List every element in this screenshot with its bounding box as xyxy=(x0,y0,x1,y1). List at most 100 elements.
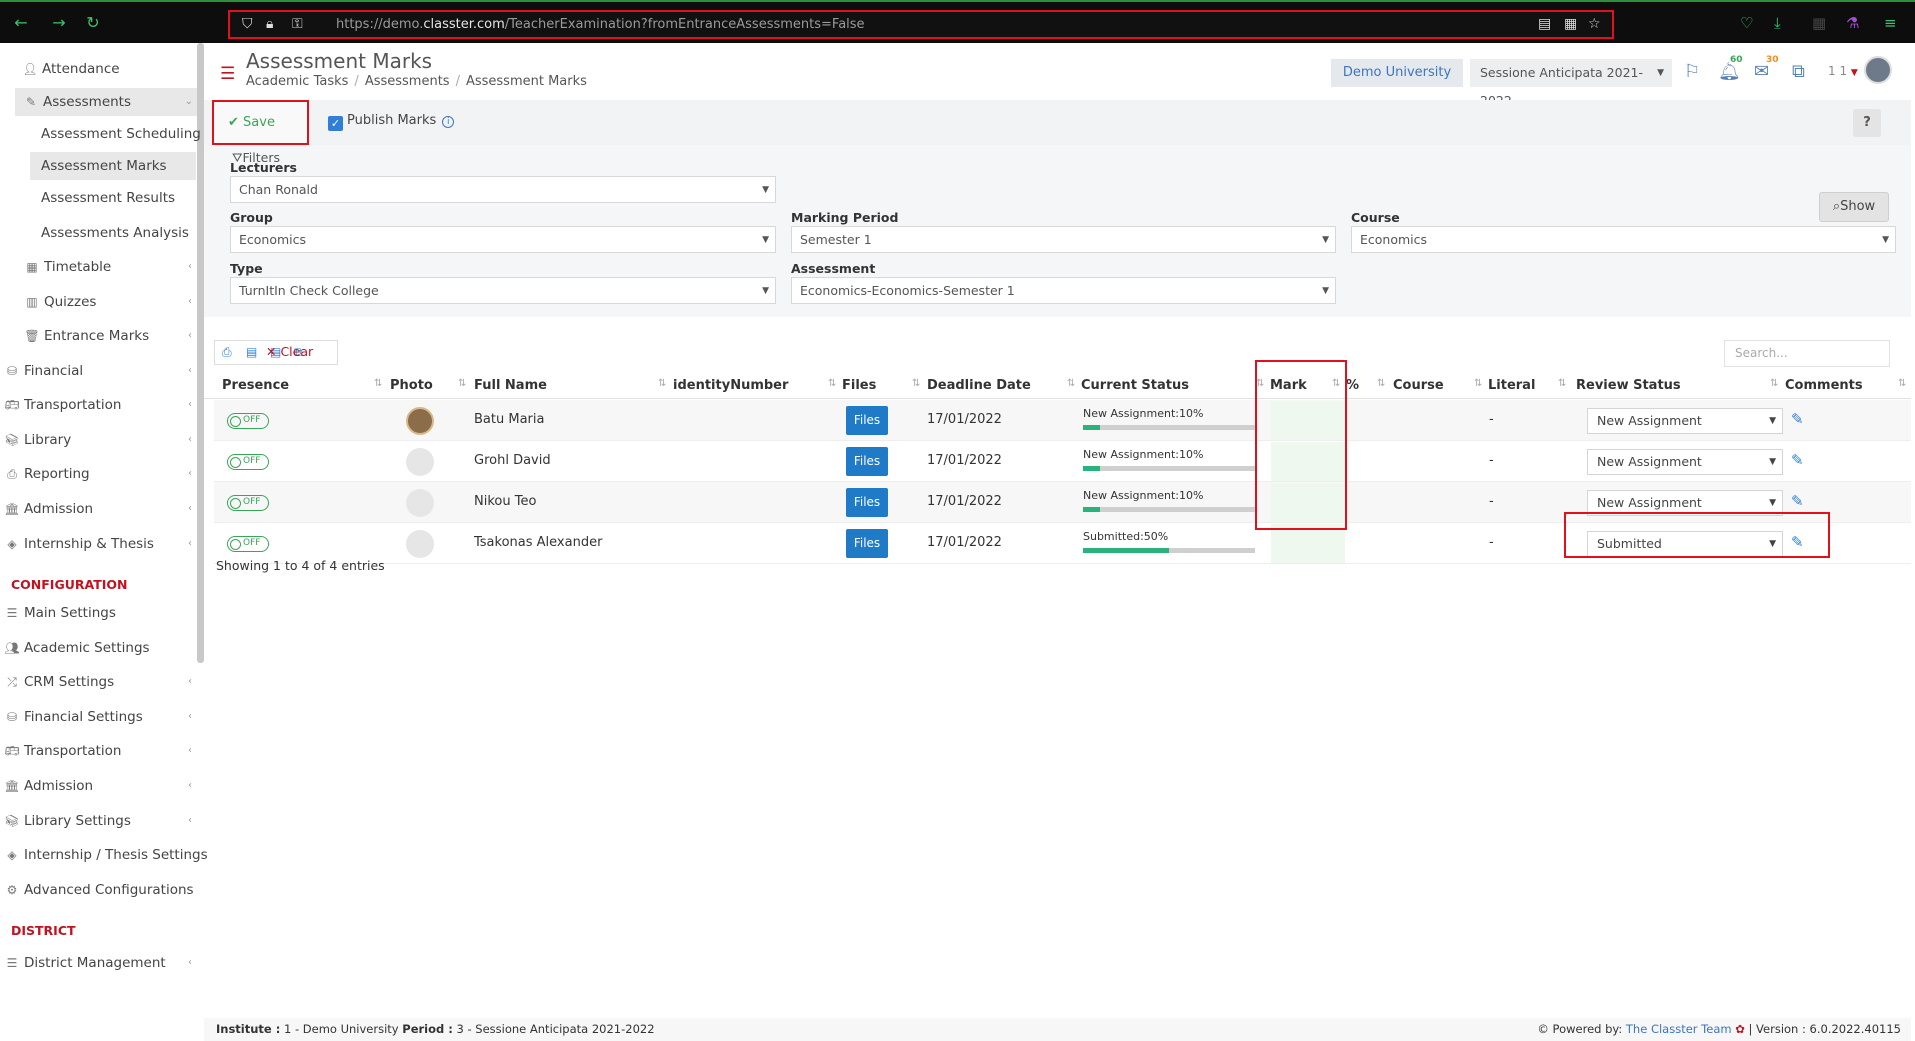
sort-icon[interactable]: ⇅ xyxy=(1898,378,1906,389)
col-course[interactable]: Course xyxy=(1393,378,1444,393)
sidebar-item-quizzes[interactable]: ▥ Quizzes ‹ xyxy=(0,288,196,316)
breadcrumb-item[interactable]: Academic Tasks xyxy=(246,74,348,89)
layers-icon[interactable]: ⧉ xyxy=(1792,61,1805,82)
sort-icon[interactable]: ⇅ xyxy=(1377,378,1385,389)
reader-view-icon[interactable]: ▤ xyxy=(1538,16,1551,32)
sidebar-item-transportation[interactable]: 🚌︎ Transportation ‹ xyxy=(0,391,196,419)
user-count[interactable]: 1 1 ▼ xyxy=(1828,64,1858,78)
permissions-icon[interactable]: ⚿ xyxy=(292,16,303,32)
sidebar-item-assessment-marks[interactable]: Assessment Marks xyxy=(30,152,196,180)
sort-icon[interactable]: ⇅ xyxy=(1558,378,1566,389)
reload-icon[interactable]: ↻ xyxy=(84,14,102,32)
bookmark-star-icon[interactable]: ☆ xyxy=(1588,16,1601,32)
table-search-input[interactable]: Search... xyxy=(1724,340,1890,367)
presence-toggle[interactable]: OFF xyxy=(227,454,269,470)
sidebar-item-academic-settings[interactable]: 👥︎ Academic Settings xyxy=(0,634,196,662)
checkbox-checked-icon[interactable]: ✓ xyxy=(328,116,343,131)
extensions-icon[interactable]: ▦ xyxy=(1812,14,1826,32)
back-arrow-icon[interactable]: ← xyxy=(12,14,30,32)
sidebar-item-reporting[interactable]: ⎙ Reporting ‹ xyxy=(0,460,196,488)
sidebar-item-internship-thesis-settings[interactable]: ◈ Internship / Thesis Settings ‹ xyxy=(0,841,207,869)
group-select[interactable]: Economics ▼ xyxy=(230,226,776,253)
sidebar-item-timetable[interactable]: ▦ Timetable ‹ xyxy=(0,253,196,281)
sidebar-item-admission[interactable]: 🏛︎ Admission ‹ xyxy=(0,495,196,523)
sidebar-item-library[interactable]: 📚︎ Library ‹ xyxy=(0,426,196,454)
clear-button[interactable]: ✕ Clear xyxy=(266,344,313,359)
sidebar-item-entrance-marks[interactable]: 🗑︎ Entrance Marks ‹ xyxy=(0,322,196,350)
show-button[interactable]: ⌕Show xyxy=(1819,192,1889,222)
download-icon[interactable]: ⤓ xyxy=(1774,14,1781,32)
sidebar-item-assessment-results[interactable]: Assessment Results xyxy=(0,184,196,212)
sidebar-item-crm-settings[interactable]: ⤮ CRM Settings ‹ xyxy=(0,668,196,696)
review-status-select[interactable]: New Assignment ▼ xyxy=(1587,408,1783,434)
shield-icon[interactable]: ⛉ xyxy=(242,16,253,32)
lab-flask-icon[interactable]: ⚗ xyxy=(1846,14,1859,32)
info-icon[interactable]: i xyxy=(442,116,455,128)
sidebar-item-main-settings[interactable]: ☰ Main Settings xyxy=(0,599,196,627)
col-files[interactable]: Files xyxy=(842,378,876,393)
files-button[interactable]: Files xyxy=(846,529,888,558)
user-avatar[interactable] xyxy=(1864,56,1892,84)
sidebar-item-internship-thesis[interactable]: ◈ Internship & Thesis ‹ xyxy=(0,530,196,558)
session-select[interactable]: Sessione Anticipata 2021-2022▼ xyxy=(1470,59,1672,108)
col-review-status[interactable]: Review Status xyxy=(1576,378,1681,393)
sidebar-item-attendance[interactable]: 👤︎ Attendance xyxy=(0,55,196,83)
flag-icon[interactable]: ⚐ xyxy=(1684,61,1700,82)
sort-icon[interactable]: ⇅ xyxy=(828,378,836,389)
col-percent[interactable]: % xyxy=(1346,378,1359,393)
presence-toggle[interactable]: OFF xyxy=(227,413,269,429)
classter-team-link[interactable]: The Classter Team xyxy=(1626,1022,1732,1036)
col-deadline-date[interactable]: Deadline Date xyxy=(927,378,1031,393)
sort-icon[interactable]: ⇅ xyxy=(658,378,666,389)
sidebar-item-assessments-analysis[interactable]: Assessments Analysis xyxy=(0,219,196,247)
type-select[interactable]: TurnItIn Check College ▼ xyxy=(230,277,776,304)
edit-comment-icon[interactable]: ✎ xyxy=(1791,451,1804,469)
col-presence[interactable]: Presence xyxy=(222,378,289,393)
publish-marks-checkbox[interactable]: ✓ Publish Marks i xyxy=(328,113,455,131)
review-status-select[interactable]: New Assignment ▼ xyxy=(1587,449,1783,475)
sort-icon[interactable]: ⇅ xyxy=(374,378,382,389)
assessment-select[interactable]: Economics-Economics-Semester 1 ▼ xyxy=(791,277,1336,304)
files-button[interactable]: Files xyxy=(846,406,888,435)
col-full-name[interactable]: Full Name xyxy=(474,378,547,393)
university-button[interactable]: Demo University xyxy=(1331,59,1463,87)
sort-icon[interactable]: ⇅ xyxy=(458,378,466,389)
col-identity-number[interactable]: identityNumber xyxy=(673,378,788,393)
files-button[interactable]: Files xyxy=(846,447,888,476)
edit-comment-icon[interactable]: ✎ xyxy=(1791,492,1804,510)
sidebar-item-assessment-scheduling[interactable]: Assessment Scheduling xyxy=(0,120,201,148)
sort-icon[interactable]: ⇅ xyxy=(912,378,920,389)
col-photo[interactable]: Photo xyxy=(390,378,433,393)
sidebar-item-financial-settings[interactable]: ⛁ Financial Settings ‹ xyxy=(0,703,196,731)
lock-icon[interactable]: 🔒︎ xyxy=(266,16,273,32)
sort-icon[interactable]: ⇅ xyxy=(1474,378,1482,389)
pocket-icon[interactable]: ♡ xyxy=(1740,14,1753,32)
files-button[interactable]: Files xyxy=(846,488,888,517)
save-button[interactable]: ✔ Save xyxy=(212,100,309,145)
menu-icon[interactable]: ≡ xyxy=(1884,14,1897,32)
print-icon[interactable]: ⎙ xyxy=(222,345,232,360)
sidebar-item-assessments[interactable]: ✎ Assessments ⌄ xyxy=(15,88,197,116)
sidebar-item-district-management[interactable]: ☰ District Management ‹ xyxy=(0,949,196,977)
marking-period-select[interactable]: Semester 1 ▼ xyxy=(791,226,1336,253)
presence-toggle[interactable]: OFF xyxy=(227,536,269,552)
presence-toggle[interactable]: OFF xyxy=(227,495,269,511)
sort-icon[interactable]: ⇅ xyxy=(1067,378,1075,389)
lecturers-select[interactable]: Chan Ronald ▼ xyxy=(230,176,776,203)
export-pdf-icon[interactable]: ▤ xyxy=(246,345,257,359)
help-button[interactable]: ? xyxy=(1853,109,1881,137)
sidebar-item-advanced-configurations[interactable]: ⚙ Advanced Configurations xyxy=(0,876,196,904)
sidebar-item-library-settings[interactable]: 📚︎ Library Settings ‹ xyxy=(0,807,196,835)
qr-code-icon[interactable]: ▦ xyxy=(1564,16,1577,32)
address-bar[interactable]: ⛉ 🔒︎ ⚿ https://demo.classter.com/Teacher… xyxy=(228,10,1614,39)
sort-icon[interactable]: ⇅ xyxy=(1770,378,1778,389)
col-comments[interactable]: Comments xyxy=(1785,378,1863,393)
col-current-status[interactable]: Current Status xyxy=(1081,378,1189,393)
forward-arrow-icon[interactable]: → xyxy=(50,14,68,32)
hamburger-menu-icon[interactable]: ☰ xyxy=(220,64,235,84)
breadcrumb-item[interactable]: Assessments xyxy=(365,74,450,89)
edit-comment-icon[interactable]: ✎ xyxy=(1791,410,1804,428)
col-literal[interactable]: Literal xyxy=(1488,378,1535,393)
sidebar-item-transportation-settings[interactable]: 🚌︎ Transportation ‹ xyxy=(0,737,196,765)
sidebar-item-admission-settings[interactable]: 🏛︎ Admission ‹ xyxy=(0,772,196,800)
